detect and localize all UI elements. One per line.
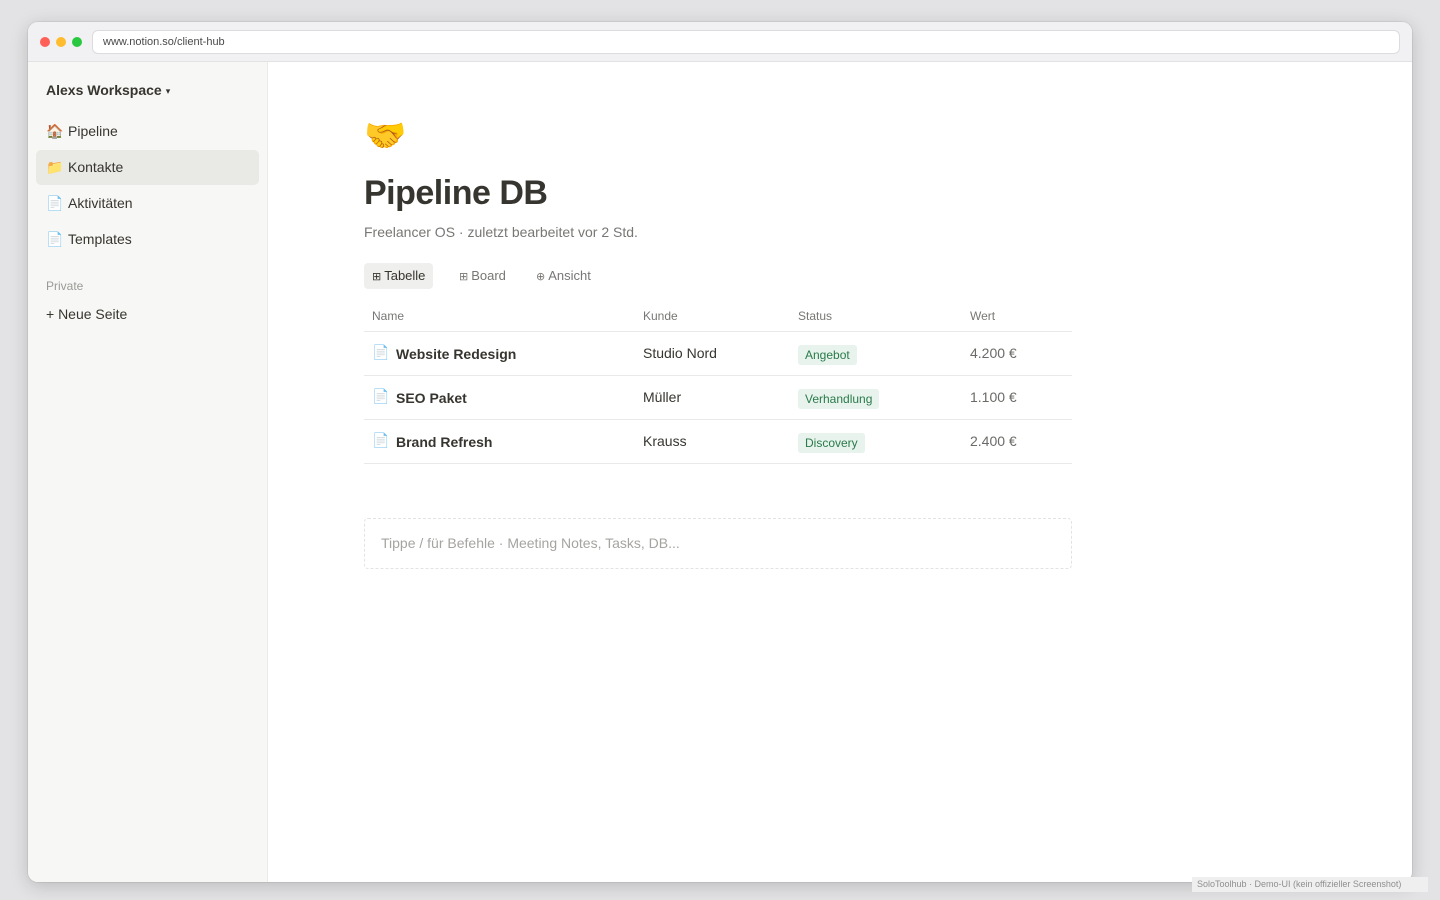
- house-icon: 🏠: [46, 123, 64, 139]
- row-name[interactable]: Brand Refresh: [396, 434, 492, 450]
- minimize-window-button[interactable]: [56, 37, 66, 47]
- page-icon: 📄: [46, 195, 64, 211]
- row-name[interactable]: Website Redesign: [396, 346, 516, 362]
- plus-circle-icon: ⊕: [536, 271, 546, 283]
- address-bar[interactable]: www.notion.so/client-hub: [92, 30, 1400, 54]
- status-badge[interactable]: Discovery: [798, 433, 865, 453]
- tab-label: Ansicht: [548, 268, 591, 283]
- status-badge[interactable]: Angebot: [798, 345, 857, 365]
- sidebar-item-label: Pipeline: [68, 123, 118, 139]
- sidebar-item-label: Aktivitäten: [68, 195, 133, 211]
- sidebar-item-templates[interactable]: 📄 Templates: [36, 222, 259, 257]
- column-header-kunde[interactable]: Kunde: [643, 309, 678, 323]
- page-subtitle: Freelancer OS · zuletzt bearbeitet vor 2…: [364, 224, 638, 240]
- add-view-button[interactable]: ⊕ Ansicht: [528, 263, 599, 289]
- new-page-button[interactable]: + Neue Seite: [46, 306, 127, 322]
- browser-titlebar: www.notion.so/client-hub: [28, 22, 1412, 62]
- row-wert[interactable]: 1.100 €: [970, 389, 1017, 405]
- handshake-icon[interactable]: 🤝: [364, 116, 406, 156]
- sidebar-item-pipeline[interactable]: 🏠 Pipeline: [36, 114, 259, 149]
- sidebar-item-label: Templates: [68, 231, 132, 247]
- workspace-switcher[interactable]: Alexs Workspace ▾: [46, 82, 170, 98]
- tab-label: Board: [471, 268, 506, 283]
- row-name[interactable]: SEO Paket: [396, 390, 467, 406]
- tab-tabelle[interactable]: ⊞ Tabelle: [364, 263, 434, 289]
- row-kunde[interactable]: Studio Nord: [643, 345, 717, 361]
- tab-board[interactable]: ⊞ Board: [451, 263, 514, 289]
- row-wert[interactable]: 4.200 €: [970, 345, 1017, 361]
- browser-window: www.notion.so/client-hub Alexs Workspace…: [28, 22, 1412, 882]
- folder-icon: 📁: [46, 159, 64, 175]
- close-window-button[interactable]: [40, 37, 50, 47]
- maximize-window-button[interactable]: [72, 37, 82, 47]
- sidebar-item-aktivitaeten[interactable]: 📄 Aktivitäten: [36, 186, 259, 221]
- sidebar-item-kontakte[interactable]: 📁 Kontakte: [36, 150, 259, 185]
- chevron-down-icon: ▾: [165, 86, 171, 96]
- column-header-name[interactable]: Name: [372, 309, 404, 323]
- demo-watermark: SoloToolhub · Demo-UI (kein offizieller …: [1192, 877, 1428, 892]
- row-kunde[interactable]: Müller: [643, 389, 681, 405]
- sidebar: Alexs Workspace ▾ 🏠 Pipeline 📁 Kontakte 📄 Ak…: [28, 62, 268, 882]
- table-icon: ⊞: [372, 271, 382, 283]
- table-header: Name Kunde Status Wert: [364, 303, 1072, 332]
- table-row[interactable]: 📄 Website Redesign Studio Nord Angebot 4…: [364, 332, 1072, 376]
- status-badge[interactable]: Verhandlung: [798, 389, 880, 409]
- page-title[interactable]: Pipeline DB: [364, 174, 548, 213]
- sidebar-section-private: Private: [46, 279, 84, 293]
- page-icon: 📄: [372, 344, 390, 360]
- page-icon: 📄: [372, 432, 390, 448]
- sidebar-item-label: Kontakte: [68, 159, 124, 175]
- workspace-name: Alexs Workspace: [46, 82, 162, 98]
- database-table: Name Kunde Status Wert 📄 Website Redesig…: [364, 303, 1072, 464]
- row-wert[interactable]: 2.400 €: [970, 433, 1017, 449]
- page-icon: 📄: [372, 388, 390, 404]
- table-row[interactable]: 📄 Brand Refresh Krauss Discovery 2.400 €: [364, 420, 1072, 464]
- table-row[interactable]: 📄 SEO Paket Müller Verhandlung 1.100 €: [364, 376, 1072, 420]
- main-content: 🤝 Pipeline DB Freelancer OS · zuletzt be…: [268, 62, 1412, 882]
- column-header-wert[interactable]: Wert: [970, 309, 995, 323]
- column-header-status[interactable]: Status: [798, 309, 832, 323]
- command-input[interactable]: Tippe / für Befehle · Meeting Notes, Tas…: [364, 518, 1072, 569]
- tab-label: Tabelle: [384, 268, 426, 283]
- page-icon: 📄: [46, 231, 64, 247]
- row-kunde[interactable]: Krauss: [643, 433, 687, 449]
- board-icon: ⊞: [459, 271, 469, 283]
